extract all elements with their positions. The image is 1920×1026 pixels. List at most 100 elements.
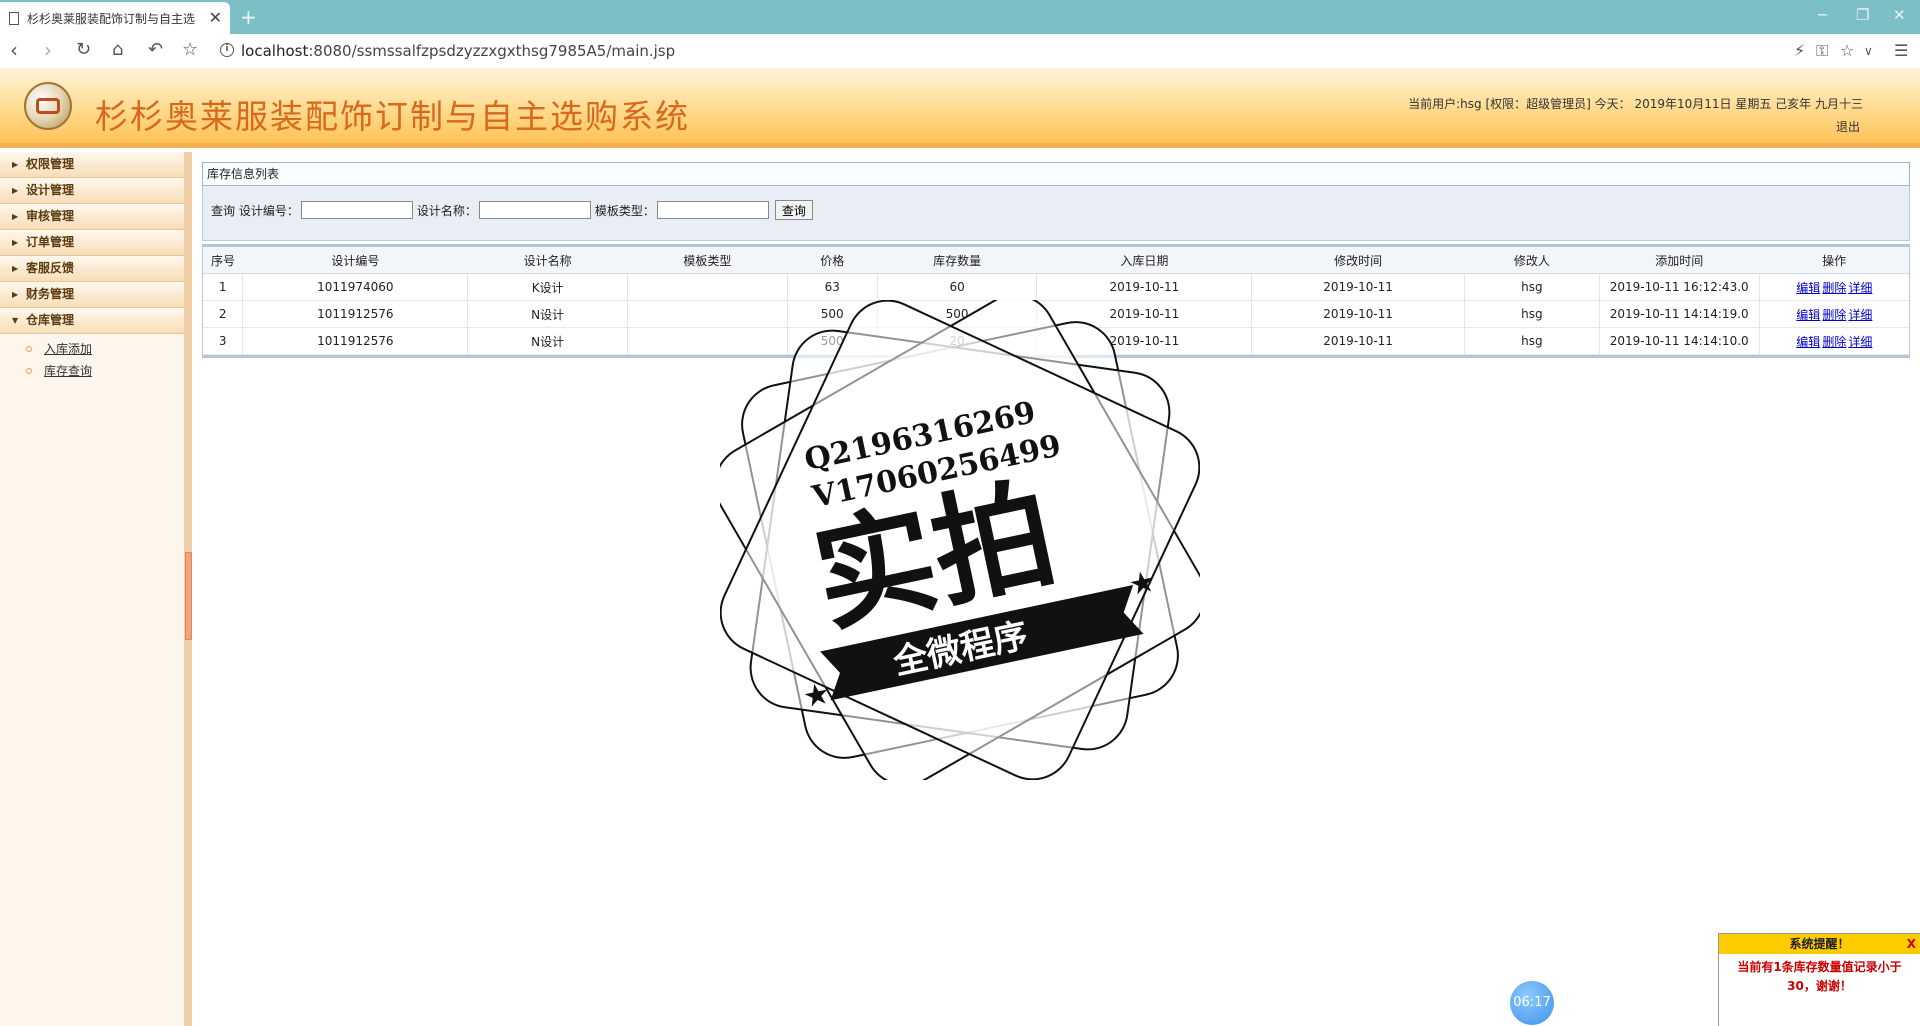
sidebar-collapse-handle[interactable] <box>185 552 192 640</box>
bullet-icon <box>26 368 32 374</box>
site-info-icon[interactable]: i <box>220 43 234 57</box>
back-icon[interactable]: ‹ <box>10 38 18 62</box>
design-code-input[interactable] <box>300 201 413 219</box>
app-title: 杉杉奥莱服装配饰订制与自主选购系统 <box>95 97 690 136</box>
key-icon[interactable]: ⚿ <box>1816 41 1828 61</box>
delete-link[interactable]: 删除 <box>1822 335 1846 349</box>
table-header-row: 序号 设计编号 设计名称 模板类型 价格 库存数量 入库日期 修改时间 修改人 … <box>203 247 1909 274</box>
col-header-ops: 操作 <box>1759 247 1909 274</box>
sidebar-item-orders[interactable]: ▶ 订单管理 <box>0 230 184 256</box>
app-header: 杉杉奥莱服装配饰订制与自主选购系统 当前用户:hsg [权限：超级管理员] 今天… <box>0 68 1920 148</box>
col-header-in-date: 入库日期 <box>1036 247 1252 274</box>
sidebar-item-warehouse[interactable]: ▼ 仓库管理 <box>0 308 184 334</box>
lightning-icon[interactable]: ⚡ <box>1794 41 1805 60</box>
chevron-down-icon[interactable]: ∨ <box>1864 44 1873 58</box>
undo-icon[interactable]: ↶ <box>148 39 163 60</box>
cell-name: N设计 <box>467 327 628 355</box>
notice-close-button[interactable]: X <box>1907 934 1916 954</box>
sidebar-item-feedback[interactable]: ▶ 客服反馈 <box>0 256 184 282</box>
cell-added: 2019-10-11 16:12:43.0 <box>1598 273 1760 301</box>
menu-icon[interactable]: ☰ <box>1894 41 1908 60</box>
detail-link[interactable]: 详细 <box>1848 308 1872 322</box>
minimize-icon[interactable]: ─ <box>1818 6 1827 24</box>
cell-mod-date: 2019-10-11 <box>1251 273 1465 301</box>
address-bar[interactable]: localhost:8080/ssmssalfzpsdzyzzxgxthsg79… <box>241 42 675 60</box>
bookmark-star-icon[interactable]: ☆ <box>182 39 198 60</box>
detail-link[interactable]: 详细 <box>1848 281 1872 295</box>
caret-right-icon: ▶ <box>12 238 19 247</box>
template-type-input[interactable] <box>656 201 769 219</box>
sidebar-item-design[interactable]: ▶ 设计管理 <box>0 178 184 204</box>
tab-close-icon[interactable]: ✕ <box>209 8 222 27</box>
detail-link[interactable]: 详细 <box>1848 335 1872 349</box>
stock-query-link[interactable]: 库存查询 <box>44 364 92 378</box>
browser-tabbar: 杉杉奥莱服装配饰订制与自主选 ✕ + ─ ❐ ✕ <box>0 0 1920 34</box>
system-notice-popup: 系统提醒！ X 当前有1条库存数量值记录小于30，谢谢！ <box>1718 933 1920 1026</box>
new-tab-icon[interactable]: + <box>240 5 257 29</box>
cell-added: 2019-10-11 14:14:19.0 <box>1598 300 1760 328</box>
col-header-type: 模板类型 <box>627 247 788 274</box>
cell-code: 1011974060 <box>242 273 468 301</box>
col-header-qty: 库存数量 <box>877 247 1037 274</box>
logo-icon <box>24 82 72 130</box>
favorite-star-icon[interactable]: ☆ <box>1840 41 1854 60</box>
notice-body: 当前有1条库存数量值记录小于30，谢谢！ <box>1737 960 1902 993</box>
watermark-stamp: Q2196316269 V17060256499 实拍 全微程序 ★ ★ <box>720 300 1200 780</box>
tab-title: 杉杉奥莱服装配饰订制与自主选 <box>27 11 196 26</box>
window-close-icon[interactable]: ✕ <box>1893 6 1906 24</box>
cell-name: K设计 <box>467 273 628 301</box>
home-icon[interactable]: ⌂ <box>112 39 123 60</box>
cell-ops: 编辑 删除 详细 <box>1758 273 1909 301</box>
label-design-code: 设计编号： <box>238 203 299 218</box>
label-template-type: 模板类型： <box>594 203 655 218</box>
caret-right-icon: ▶ <box>12 186 19 195</box>
browser-navbar: ‹ › ↻ ⌂ ↶ ☆ i localhost:8080/ssmssalfzps… <box>0 34 1920 69</box>
submenu-item-stock-query: 库存查询 <box>0 360 184 382</box>
edit-link[interactable]: 编辑 <box>1796 281 1820 295</box>
submenu-item-stock-add: 入库添加 <box>0 338 184 360</box>
label-design-name: 设计名称： <box>416 203 477 218</box>
col-header-modifier: 修改人 <box>1464 247 1600 274</box>
caret-right-icon: ▶ <box>12 160 19 169</box>
user-info: 当前用户:hsg [权限：超级管理员] 今天： 2019年10月11日 星期五 … <box>1408 97 1863 111</box>
forward-icon[interactable]: › <box>44 38 52 62</box>
url-path: :8080/ssmssalfzpsdzyzzxgxthsg7985A5/main… <box>308 42 676 60</box>
delete-link[interactable]: 删除 <box>1822 281 1846 295</box>
edit-link[interactable]: 编辑 <box>1796 335 1820 349</box>
col-header-added: 添加时间 <box>1599 247 1760 274</box>
sidebar-item-permissions[interactable]: ▶ 权限管理 <box>0 152 184 178</box>
caret-right-icon: ▶ <box>12 264 19 273</box>
bullet-icon <box>26 346 32 352</box>
logout-link[interactable]: 退出 <box>1836 118 1860 135</box>
warehouse-submenu: 入库添加 库存查询 <box>0 334 184 386</box>
cell-modifier: hsg <box>1463 300 1600 328</box>
stock-add-link[interactable]: 入库添加 <box>44 342 92 356</box>
cell-added: 2019-10-11 14:14:10.0 <box>1598 327 1760 355</box>
col-header-name: 设计名称 <box>467 247 628 274</box>
search-prefix: 查询 <box>211 203 236 218</box>
panel-title: 库存信息列表 <box>202 162 1910 186</box>
design-name-input[interactable] <box>478 201 591 219</box>
reload-icon[interactable]: ↻ <box>76 39 91 60</box>
caret-right-icon: ▶ <box>12 212 19 221</box>
cell-code: 1011912576 <box>242 300 468 328</box>
cell-no: 2 <box>203 300 243 328</box>
browser-tab[interactable]: 杉杉奥莱服装配饰订制与自主选 ✕ <box>0 2 230 34</box>
col-header-price: 价格 <box>787 247 878 274</box>
col-header-code: 设计编号 <box>242 247 468 274</box>
cell-in-date: 2019-10-11 <box>1036 273 1252 301</box>
delete-link[interactable]: 删除 <box>1822 308 1846 322</box>
cell-name: N设计 <box>467 300 628 328</box>
search-area: 查询 设计编号： 设计名称： 模板类型： 查询 <box>202 186 1910 241</box>
recording-timer: 06:17 <box>1510 981 1554 1025</box>
search-button[interactable]: 查询 <box>774 200 813 220</box>
sidebar-item-finance[interactable]: ▶ 财务管理 <box>0 282 184 308</box>
cell-code: 1011912576 <box>242 327 468 355</box>
cell-ops: 编辑 删除 详细 <box>1758 300 1909 328</box>
table-row: 1 1011974060 K设计 63 60 2019-10-11 2019-1… <box>203 273 1909 301</box>
restore-icon[interactable]: ❐ <box>1856 6 1869 24</box>
cell-price: 63 <box>786 273 878 301</box>
cell-mod-date: 2019-10-11 <box>1251 327 1465 355</box>
sidebar-item-review[interactable]: ▶ 审核管理 <box>0 204 184 230</box>
edit-link[interactable]: 编辑 <box>1796 308 1820 322</box>
